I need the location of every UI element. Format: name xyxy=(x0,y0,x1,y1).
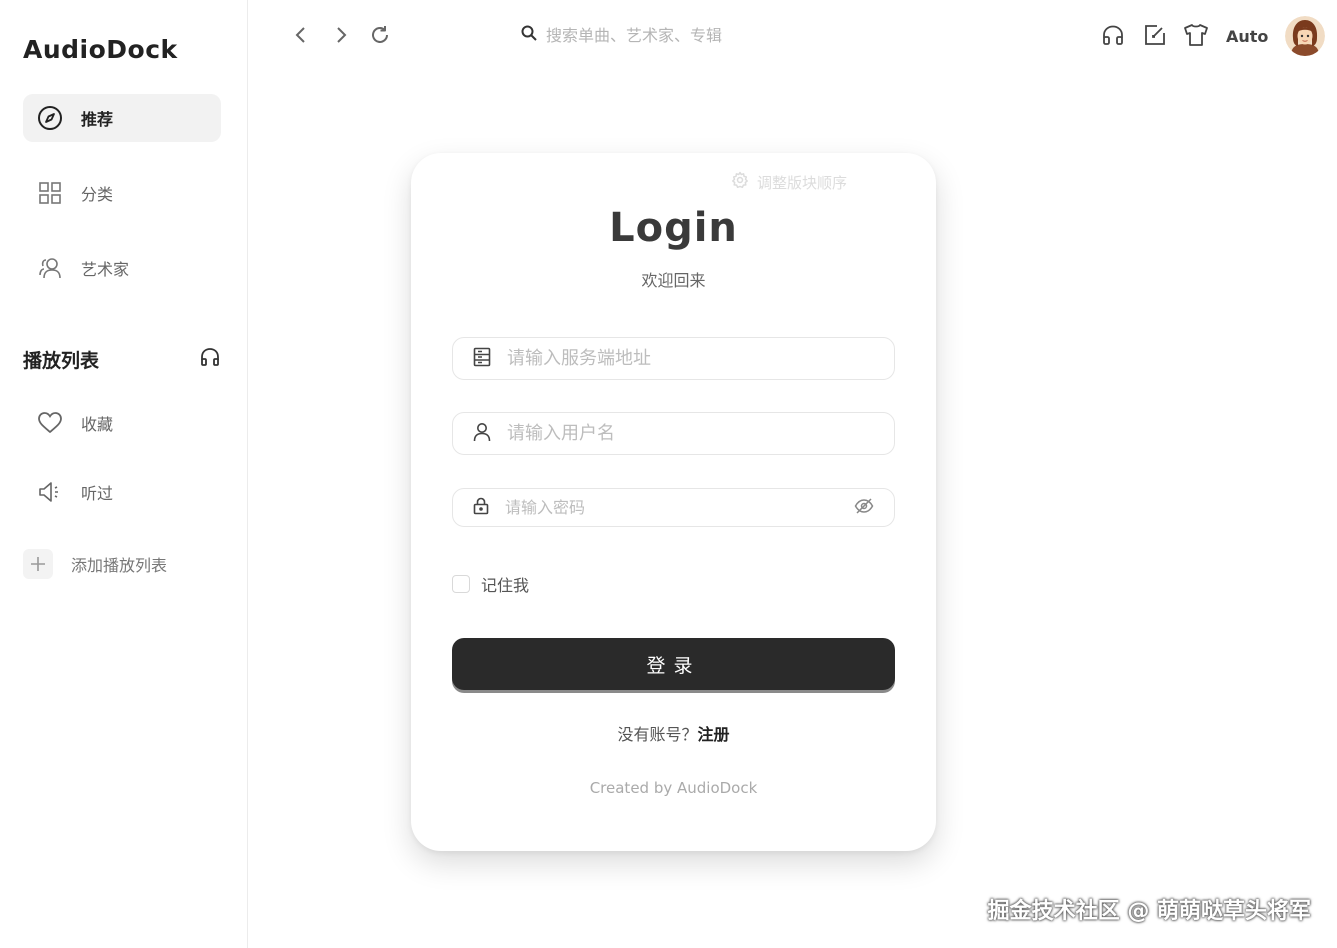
nav-item-artists[interactable]: 艺术家 xyxy=(23,244,221,292)
search-bar xyxy=(520,20,820,50)
no-account-text: 没有账号？ xyxy=(617,725,698,744)
gear-icon xyxy=(731,171,749,193)
password-field xyxy=(452,488,895,527)
users-icon xyxy=(37,255,63,281)
username-input[interactable] xyxy=(507,423,874,444)
login-card: 调整版块顺序 Login 欢迎回来 记住我 xyxy=(411,153,936,851)
reorder-sections-button[interactable]: 调整版块顺序 xyxy=(731,171,847,193)
register-link[interactable]: 注册 xyxy=(698,725,730,744)
refresh-icon[interactable] xyxy=(367,22,393,48)
speaker-icon xyxy=(37,479,63,505)
playlist-item-label: 听过 xyxy=(81,484,114,503)
headphones-icon[interactable] xyxy=(1100,22,1126,48)
app-logo[interactable]: AudioDock xyxy=(23,35,178,64)
nav-item-recommend[interactable]: 推荐 xyxy=(23,94,221,142)
theme-toggle[interactable]: Auto xyxy=(1226,27,1268,46)
credit-text: Created by AudioDock xyxy=(589,779,758,797)
watermark: 掘金技术社区 @ 萌萌哒草头将军 xyxy=(987,899,1311,924)
remember-me-checkbox[interactable]: 记住我 xyxy=(452,572,529,596)
back-icon[interactable] xyxy=(288,22,314,48)
login-title: Login xyxy=(609,205,738,251)
lock-icon xyxy=(473,497,489,519)
remember-me-label: 记住我 xyxy=(481,576,530,595)
compass-icon xyxy=(37,105,63,131)
server-address-input[interactable] xyxy=(507,348,874,369)
playlist-section-header: 播放列表 xyxy=(23,345,221,373)
nav-item-label: 艺术家 xyxy=(81,260,130,279)
add-playlist-button[interactable]: 添加播放列表 xyxy=(23,548,167,580)
playlist-item-label: 收藏 xyxy=(81,415,114,434)
eye-off-icon[interactable] xyxy=(854,497,874,518)
playlist-item-history[interactable]: 听过 xyxy=(23,468,221,516)
checkbox-box[interactable] xyxy=(452,575,470,593)
search-input[interactable] xyxy=(546,25,806,45)
signup-prompt: 没有账号？注册 xyxy=(411,721,936,745)
headphones-icon[interactable] xyxy=(199,346,221,372)
heart-icon xyxy=(37,410,63,436)
login-subtitle: 欢迎回来 xyxy=(641,271,706,290)
nav-item-label: 推荐 xyxy=(81,110,114,129)
nav-item-label: 分类 xyxy=(81,185,114,204)
server-address-field xyxy=(452,337,895,380)
external-edit-icon[interactable] xyxy=(1142,22,1168,48)
avatar[interactable] xyxy=(1285,16,1325,56)
app-root: AudioDock 推荐 分类 艺术家 播放列表 收藏 听过 添加播放列表 搜索… xyxy=(0,0,1337,948)
playlist-item-favorites[interactable]: 收藏 xyxy=(23,399,221,447)
playlist-section-title: 播放列表 xyxy=(23,349,100,372)
grid-icon xyxy=(37,180,63,206)
forward-icon[interactable] xyxy=(328,22,354,48)
reorder-label: 调整版块顺序 xyxy=(757,173,848,192)
plus-icon xyxy=(23,549,53,579)
search-icon xyxy=(520,24,538,46)
shirt-icon[interactable] xyxy=(1183,22,1209,48)
add-playlist-label: 添加播放列表 xyxy=(71,556,168,575)
login-button[interactable]: 登录 xyxy=(452,638,895,690)
user-icon xyxy=(473,422,491,446)
password-input[interactable] xyxy=(505,497,854,518)
nav-item-category[interactable]: 分类 xyxy=(23,169,221,217)
server-icon xyxy=(473,347,491,371)
sidebar: AudioDock 推荐 分类 艺术家 播放列表 收藏 听过 添加播放列表 xyxy=(0,0,248,948)
username-field xyxy=(452,412,895,455)
